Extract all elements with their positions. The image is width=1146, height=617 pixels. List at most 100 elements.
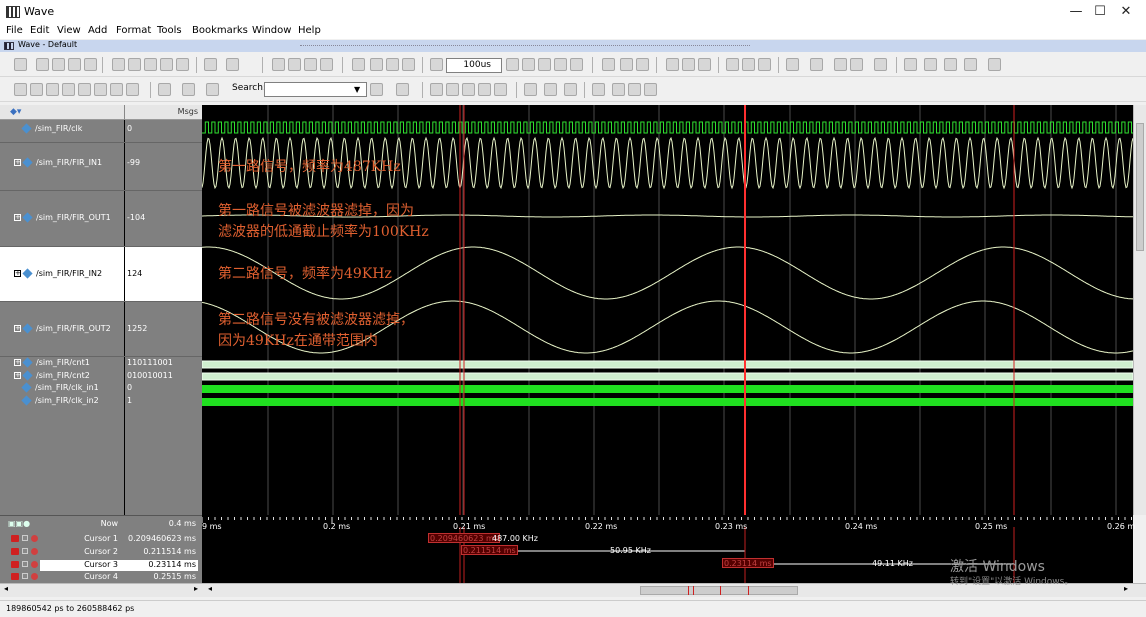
lock-icon[interactable] (11, 548, 19, 555)
break-icon[interactable] (288, 58, 301, 71)
layout-icon-c[interactable] (834, 58, 847, 71)
step-icon-b[interactable] (742, 58, 755, 71)
signal-row-fir-in2[interactable]: +/sim_FIR/FIR_IN2 (14, 268, 102, 279)
open-icon[interactable] (36, 58, 49, 71)
cursor-1-label[interactable]: Cursor 1 (40, 534, 118, 543)
insert-icon[interactable] (352, 58, 365, 71)
expand-icon[interactable]: + (14, 359, 21, 366)
wave-nav-icon-c[interactable] (46, 83, 59, 96)
mark-icon-b[interactable] (628, 83, 641, 96)
print-icon[interactable] (84, 58, 97, 71)
wave-nav-icon-g[interactable] (110, 83, 123, 96)
pointer-icon[interactable] (904, 58, 917, 71)
wave-style-icon-a[interactable] (524, 83, 537, 96)
layout-icon-d[interactable] (850, 58, 863, 71)
vertical-scroll-thumb[interactable] (1136, 123, 1144, 251)
lock-icon[interactable] (11, 535, 19, 542)
signal-globe-icon[interactable]: ◆▾ (10, 107, 21, 117)
wave-nav-icon-a[interactable] (14, 83, 27, 96)
menu-format[interactable]: Format (116, 25, 151, 36)
menu-file[interactable]: File (6, 25, 23, 36)
new-icon[interactable] (14, 58, 27, 71)
find-icon[interactable] (226, 58, 239, 71)
expand-icon[interactable]: + (14, 372, 21, 379)
stop-icon[interactable] (320, 58, 333, 71)
copy-icon[interactable] (128, 58, 141, 71)
zoom-out-icon[interactable] (446, 83, 459, 96)
search-input[interactable] (264, 82, 367, 97)
wave-nav-icon-h[interactable] (126, 83, 139, 96)
delete-cursor-icon[interactable] (31, 548, 38, 555)
mark-icon-a[interactable] (612, 83, 625, 96)
step-icon-a[interactable] (726, 58, 739, 71)
stop-sim-icon[interactable] (570, 58, 583, 71)
pin-icon[interactable] (22, 561, 28, 567)
step-into-icon[interactable] (602, 58, 615, 71)
menu-tools[interactable]: Tools (157, 25, 182, 36)
run-icon[interactable] (506, 58, 519, 71)
menu-bookmarks[interactable]: Bookmarks (192, 25, 248, 36)
zoom-mode-icon[interactable] (924, 58, 937, 71)
left-arrow-icon[interactable] (386, 58, 399, 71)
hand-icon[interactable] (636, 58, 649, 71)
wave-nav-icon-d[interactable] (62, 83, 75, 96)
lock-icon[interactable] (11, 573, 19, 580)
save-icon[interactable] (52, 58, 65, 71)
delete-cursor-icon[interactable] (31, 561, 38, 568)
pin-icon[interactable] (22, 548, 28, 554)
signal-row-cnt1[interactable]: +/sim_FIR/cnt1 (14, 357, 90, 368)
redo-step-icon[interactable] (682, 58, 695, 71)
signal-row-clk[interactable]: /sim_FIR/clk (21, 123, 82, 134)
edge-search-icon-b[interactable] (182, 83, 195, 96)
step-icon-c[interactable] (758, 58, 771, 71)
menu-help[interactable]: Help (298, 25, 321, 36)
cursor-3-label[interactable]: Cursor 3 (40, 560, 118, 569)
scroll-left-icon[interactable]: ◂ (0, 584, 12, 596)
redo-icon[interactable] (176, 58, 189, 71)
waveform-cursors[interactable] (459, 105, 1015, 515)
expand-icon[interactable]: + (14, 159, 21, 166)
signal-row-clk-in2[interactable]: /sim_FIR/clk_in2 (21, 395, 99, 406)
search-options-icon-b[interactable] (396, 83, 409, 96)
signal-row-fir-out2[interactable]: +/sim_FIR/FIR_OUT2 (14, 323, 111, 334)
delete-cursor-icon[interactable] (31, 535, 38, 542)
up-step-icon[interactable] (698, 58, 711, 71)
step-over-icon[interactable] (620, 58, 633, 71)
vertical-scrollbar[interactable] (1133, 105, 1146, 515)
toggle-icon[interactable] (988, 58, 1001, 71)
wave-scroll-left-icon[interactable]: ◂ (204, 584, 216, 596)
cursor-2-label[interactable]: Cursor 2 (40, 547, 118, 556)
menu-view[interactable]: View (57, 25, 81, 36)
menu-add[interactable]: Add (88, 25, 107, 36)
mark-icon-c[interactable] (644, 83, 657, 96)
signal-row-fir-out1[interactable]: +/sim_FIR/FIR_OUT1 (14, 212, 111, 223)
scroll-right-icon[interactable]: ▸ (190, 584, 202, 596)
wave-style-icon-b[interactable] (544, 83, 557, 96)
restart-icon[interactable] (272, 58, 285, 71)
signal-row-clk-in1[interactable]: /sim_FIR/clk_in1 (21, 382, 99, 393)
layout-icon-a[interactable] (786, 58, 799, 71)
menu-window[interactable]: Window (252, 25, 291, 36)
continue-icon[interactable] (522, 58, 535, 71)
signal-row-fir-in1[interactable]: +/sim_FIR/FIR_IN1 (14, 157, 102, 168)
step-icon[interactable] (304, 58, 317, 71)
print-preview-icon[interactable] (68, 58, 81, 71)
cursor-2-value[interactable]: 0.211514 ms (124, 547, 196, 556)
layout-icon-b[interactable] (810, 58, 823, 71)
edge-search-icon-a[interactable] (158, 83, 171, 96)
cursor-4-label[interactable]: Cursor 4 (40, 572, 118, 581)
grid-icon[interactable] (592, 83, 605, 96)
expand-icon[interactable]: + (14, 270, 21, 277)
wave-nav-icon-f[interactable] (94, 83, 107, 96)
expand-icon[interactable]: + (14, 214, 21, 221)
up-arrow-icon[interactable] (370, 58, 383, 71)
wave-nav-icon-b[interactable] (30, 83, 43, 96)
cursor-3-tag[interactable]: 0.23114 ms (722, 558, 774, 568)
break-sim-icon[interactable] (554, 58, 567, 71)
cursor-2-tag[interactable]: 0.211514 ms (461, 545, 518, 555)
horizontal-scroll-thumb[interactable] (640, 586, 798, 595)
close-button[interactable]: ✕ (1106, 2, 1146, 22)
pan-mode-icon[interactable] (944, 58, 957, 71)
delete-cursor-icon[interactable] (31, 573, 38, 580)
cursor-1-value[interactable]: 0.209460623 ms (124, 534, 196, 543)
